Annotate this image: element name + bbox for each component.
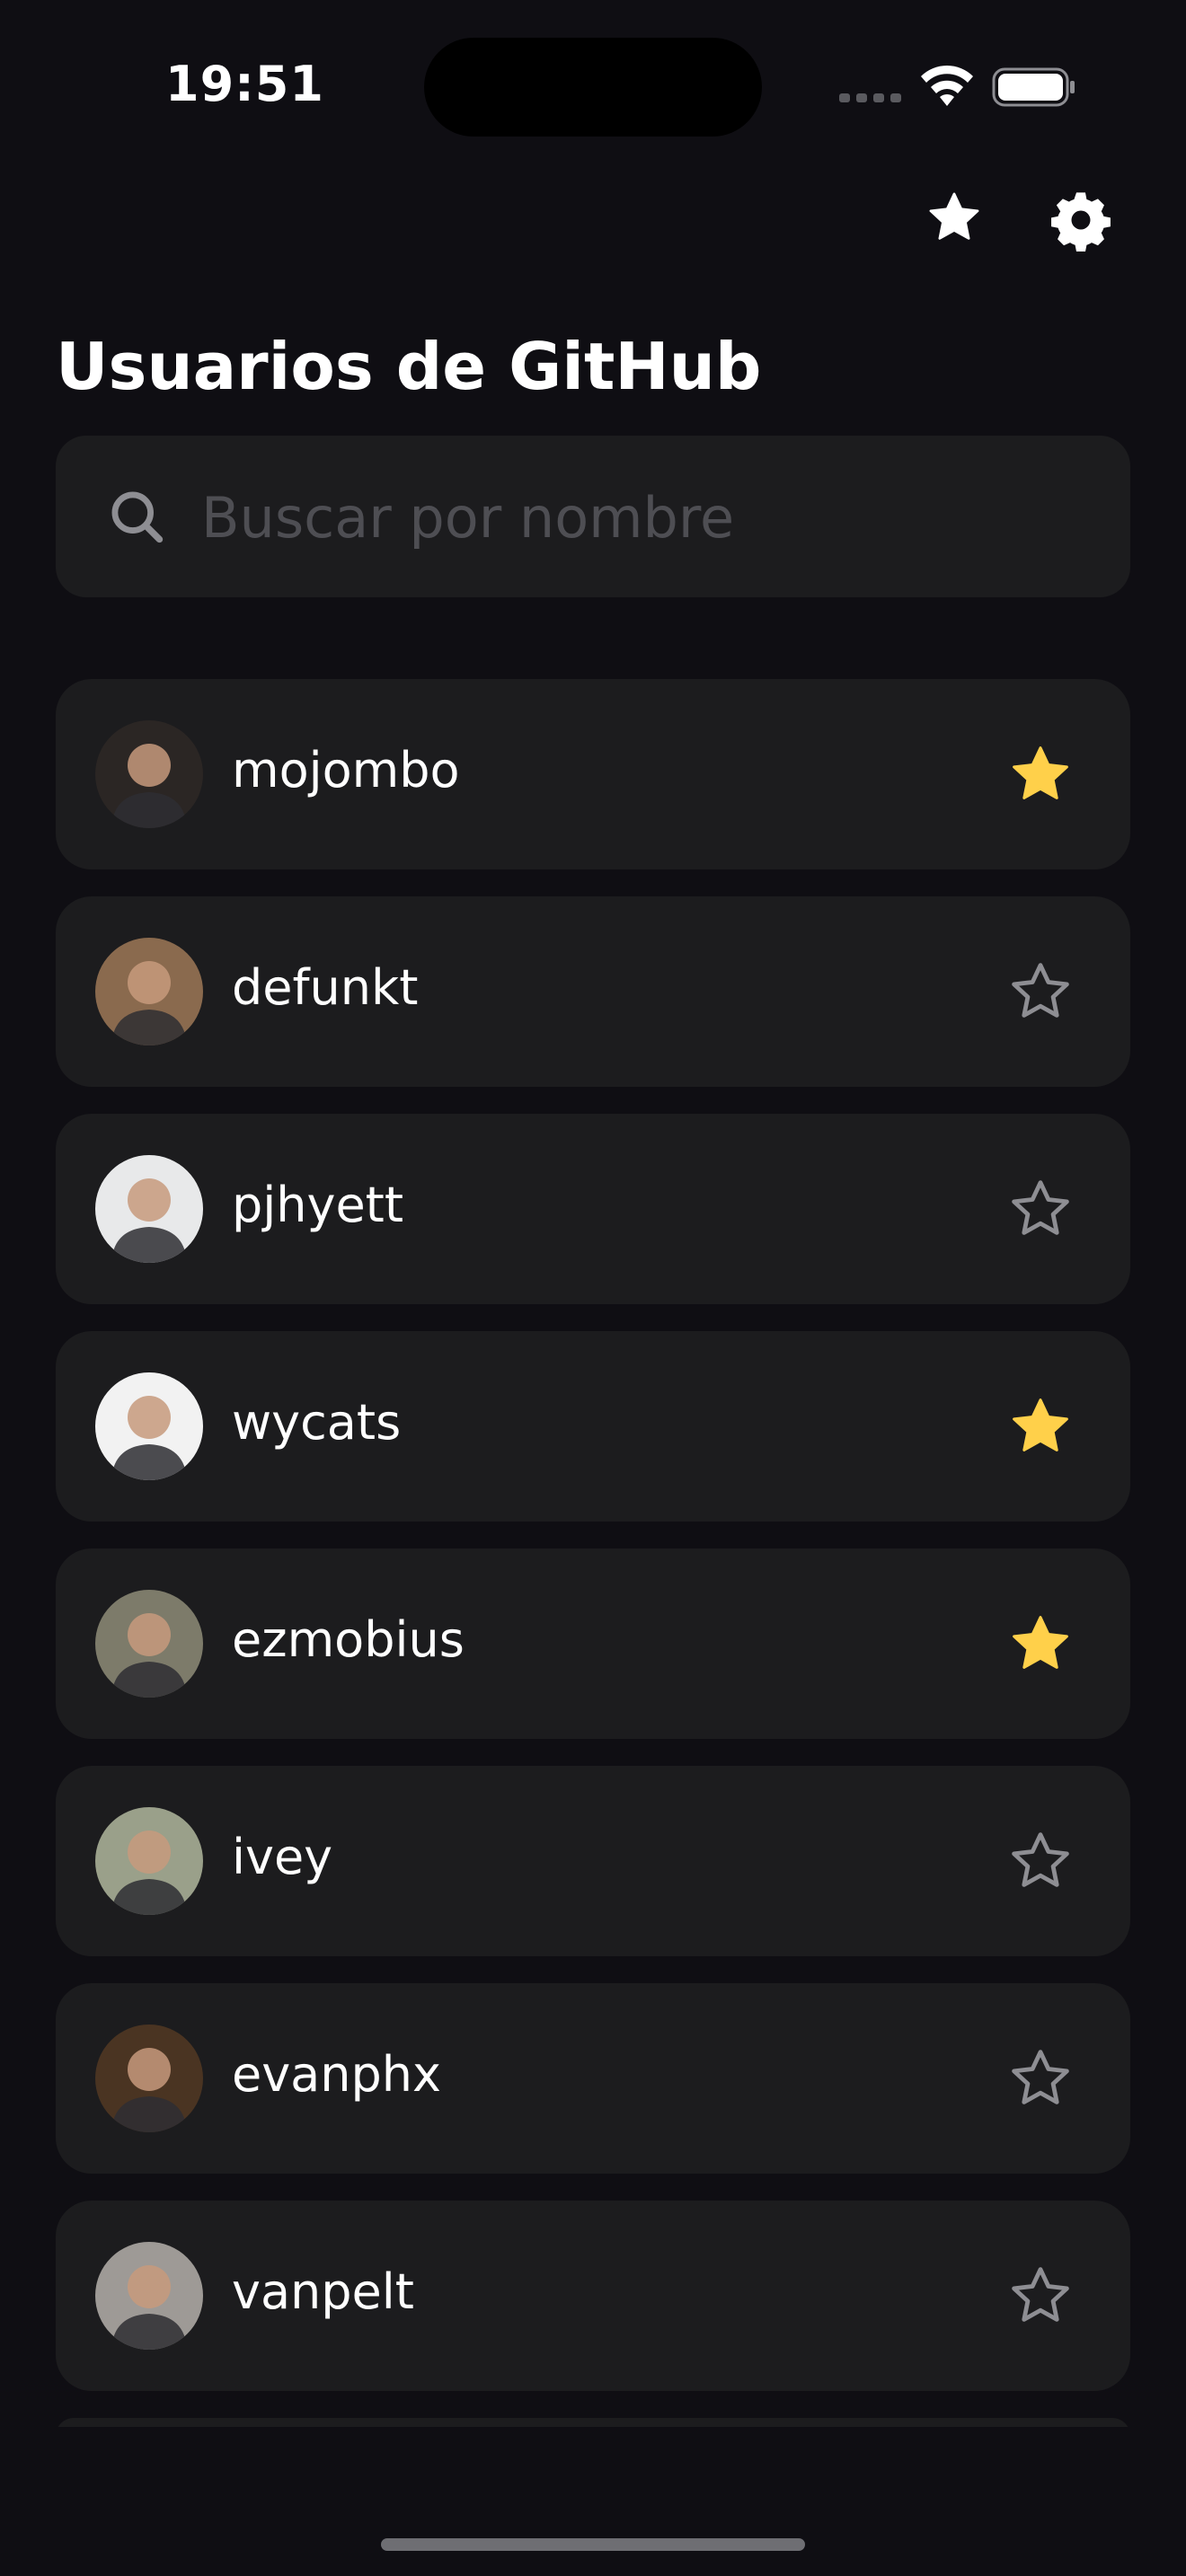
user-list-item[interactable]: wycats [56,1331,1130,1522]
favorite-star-outline-icon[interactable] [1008,2263,1073,2328]
user-list-item[interactable]: evanphx [56,1983,1130,2174]
search-bar[interactable] [56,436,1130,597]
user-list-item[interactable]: pjhyett [56,1114,1130,1304]
battery-icon [992,67,1075,107]
avatar [95,2025,203,2132]
status-time: 19:51 [165,56,324,112]
avatar [95,720,203,828]
cellular-signal-icon [839,93,902,104]
username: evanphx [232,2046,441,2103]
avatar [95,1590,203,1698]
avatar [95,1155,203,1263]
username: mojombo [232,742,460,798]
avatar [95,2242,203,2350]
wifi-icon [921,65,973,106]
username: ivey [232,1829,333,1885]
favorite-star-outline-icon[interactable] [1008,2046,1073,2111]
favorite-star-outline-icon[interactable] [1008,959,1073,1024]
page-title: Usuarios de GitHub [56,329,762,404]
user-list-item[interactable]: ivey [56,1766,1130,1956]
avatar [95,1372,203,1480]
user-list: mojombo defunkt pjhyett wycats ezmobius ivey e… [56,679,1130,2427]
status-bar: 19:51 [0,0,1186,180]
home-indicator [381,2538,805,2551]
avatar [95,1807,203,1915]
username: vanpelt [232,2263,414,2320]
user-list-item[interactable] [56,2418,1130,2427]
username: pjhyett [232,1177,404,1233]
favorite-star-filled-icon[interactable] [1008,742,1073,807]
user-list-item[interactable]: mojombo [56,679,1130,869]
user-list-item[interactable]: ezmobius [56,1548,1130,1739]
favorite-star-outline-icon[interactable] [1008,1829,1073,1893]
favorites-star-icon[interactable] [925,189,983,246]
dynamic-island [424,38,762,137]
settings-gear-icon[interactable] [1049,189,1112,251]
avatar [95,938,203,1045]
favorite-star-filled-icon[interactable] [1008,1394,1073,1459]
search-icon [111,491,164,543]
search-input[interactable] [199,472,1084,563]
app-screen: 19:51 Usuarios de GitHub mojombodefun [0,0,1186,2576]
favorite-star-filled-icon[interactable] [1008,1611,1073,1676]
username: wycats [232,1394,402,1451]
username: ezmobius [232,1611,465,1668]
user-list-item[interactable]: vanpelt [56,2201,1130,2391]
user-list-item[interactable]: defunkt [56,896,1130,1087]
favorite-star-outline-icon[interactable] [1008,1177,1073,1241]
username: defunkt [232,959,419,1016]
